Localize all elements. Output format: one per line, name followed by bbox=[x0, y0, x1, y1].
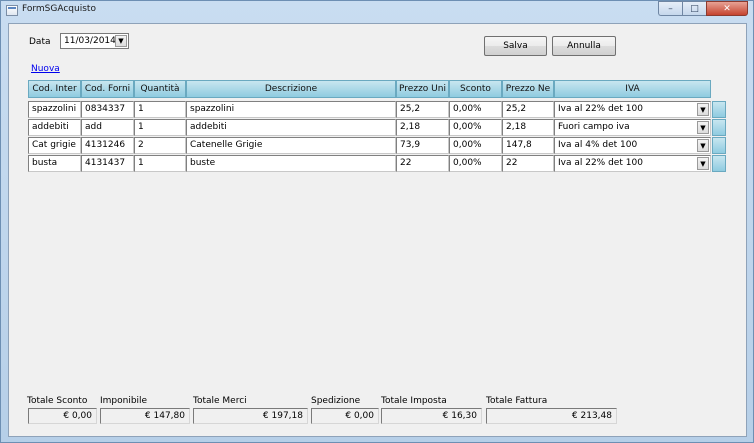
cell-cod-inter[interactable]: addebiti bbox=[28, 119, 81, 136]
close-button[interactable]: ✕ bbox=[706, 1, 748, 16]
header-prezzo-uni[interactable]: Prezzo Uni bbox=[396, 80, 449, 98]
cell-prezzo-uni[interactable]: 25,2 bbox=[396, 101, 449, 118]
shipping-label: Spedizione bbox=[311, 396, 361, 406]
shipping-value: € 0,00 bbox=[311, 408, 379, 424]
minimize-button[interactable]: – bbox=[658, 1, 682, 16]
cancel-button[interactable]: Annulla bbox=[552, 36, 616, 56]
cell-quantita[interactable]: 1 bbox=[134, 119, 186, 136]
cell-cod-inter[interactable]: spazzolini bbox=[28, 101, 81, 118]
date-dropdown-button[interactable]: ▼ bbox=[115, 35, 127, 47]
taxable-value: € 147,80 bbox=[100, 408, 190, 424]
app-icon bbox=[6, 5, 18, 16]
header-cod-inter[interactable]: Cod. Inter bbox=[28, 80, 81, 98]
header-cod-forni[interactable]: Cod. Forni bbox=[81, 80, 134, 98]
cell-iva-select[interactable]: Iva al 22% det 100 ▼ bbox=[554, 155, 711, 172]
iva-value: Iva al 22% det 100 bbox=[558, 158, 643, 168]
maximize-button[interactable]: □ bbox=[682, 1, 706, 16]
header-quantita[interactable]: Quantità bbox=[134, 80, 186, 98]
cell-sconto[interactable]: 0,00% bbox=[449, 155, 502, 172]
cell-sconto[interactable]: 0,00% bbox=[449, 119, 502, 136]
iva-dropdown-button[interactable]: ▼ bbox=[697, 139, 709, 152]
chevron-down-icon: ▼ bbox=[700, 141, 706, 150]
total-goods-label: Totale Merci bbox=[193, 396, 247, 406]
invoice-total-label: Totale Fattura bbox=[486, 396, 548, 406]
total-tax-label: Totale Imposta bbox=[381, 396, 447, 406]
row-selector[interactable] bbox=[712, 155, 726, 172]
cell-quantita[interactable]: 1 bbox=[134, 155, 186, 172]
cell-descrizione[interactable]: spazzolini bbox=[186, 101, 396, 118]
iva-value: Iva al 4% det 100 bbox=[558, 140, 638, 150]
row-selector[interactable] bbox=[712, 119, 726, 136]
cell-prezzo-uni[interactable]: 22 bbox=[396, 155, 449, 172]
chevron-down-icon: ▼ bbox=[118, 37, 124, 45]
chevron-down-icon: ▼ bbox=[700, 159, 706, 168]
cell-quantita[interactable]: 2 bbox=[134, 137, 186, 154]
new-row-link[interactable]: Nuova bbox=[31, 64, 60, 74]
row-selector[interactable] bbox=[712, 101, 726, 118]
cell-prezzo-uni[interactable]: 2,18 bbox=[396, 119, 449, 136]
cell-quantita[interactable]: 1 bbox=[134, 101, 186, 118]
cell-cod-forni[interactable]: add bbox=[81, 119, 134, 136]
header-iva[interactable]: IVA bbox=[554, 80, 711, 98]
header-sconto[interactable]: Sconto bbox=[449, 80, 502, 98]
date-label: Data bbox=[29, 37, 51, 47]
cell-sconto[interactable]: 0,00% bbox=[449, 101, 502, 118]
invoice-total-value: € 213,48 bbox=[486, 408, 617, 424]
cell-prezzo-ne[interactable]: 147,8 bbox=[502, 137, 554, 154]
cell-iva-select[interactable]: Iva al 4% det 100 ▼ bbox=[554, 137, 711, 154]
cell-cod-inter[interactable]: busta bbox=[28, 155, 81, 172]
header-descrizione[interactable]: Descrizione bbox=[186, 80, 396, 98]
cell-cod-inter[interactable]: Cat grigie bbox=[28, 137, 81, 154]
date-value: 11/03/2014 bbox=[64, 36, 116, 46]
cell-prezzo-uni[interactable]: 73,9 bbox=[396, 137, 449, 154]
window-title: FormSGAcquisto bbox=[22, 4, 96, 14]
row-selector[interactable] bbox=[712, 137, 726, 154]
window-controls: – □ ✕ bbox=[658, 1, 748, 16]
iva-value: Fuori campo iva bbox=[558, 122, 630, 132]
cell-cod-forni[interactable]: 4131246 bbox=[81, 137, 134, 154]
cell-cod-forni[interactable]: 0834337 bbox=[81, 101, 134, 118]
cell-cod-forni[interactable]: 4131437 bbox=[81, 155, 134, 172]
cell-iva-select[interactable]: Iva al 22% det 100 ▼ bbox=[554, 101, 711, 118]
cell-descrizione[interactable]: addebiti bbox=[186, 119, 396, 136]
total-discount-value: € 0,00 bbox=[28, 408, 97, 424]
cell-prezzo-ne[interactable]: 25,2 bbox=[502, 101, 554, 118]
cell-descrizione[interactable]: buste bbox=[186, 155, 396, 172]
iva-dropdown-button[interactable]: ▼ bbox=[697, 157, 709, 170]
cell-prezzo-ne[interactable]: 2,18 bbox=[502, 119, 554, 136]
title-bar: FormSGAcquisto – □ ✕ bbox=[1, 1, 753, 20]
total-discount-label: Totale Sconto bbox=[27, 396, 88, 406]
cell-prezzo-ne[interactable]: 22 bbox=[502, 155, 554, 172]
main-window: FormSGAcquisto – □ ✕ Data 11/03/2014 ▼ S… bbox=[0, 0, 754, 443]
total-goods-value: € 197,18 bbox=[193, 408, 308, 424]
taxable-label: Imponibile bbox=[100, 396, 148, 406]
date-picker[interactable]: 11/03/2014 ▼ bbox=[60, 33, 129, 49]
cell-sconto[interactable]: 0,00% bbox=[449, 137, 502, 154]
chevron-down-icon: ▼ bbox=[700, 105, 706, 114]
iva-dropdown-button[interactable]: ▼ bbox=[697, 121, 709, 134]
save-button[interactable]: Salva bbox=[484, 36, 547, 56]
total-tax-value: € 16,30 bbox=[381, 408, 482, 424]
cell-descrizione[interactable]: Catenelle Grigie bbox=[186, 137, 396, 154]
cell-iva-select[interactable]: Fuori campo iva ▼ bbox=[554, 119, 711, 136]
iva-value: Iva al 22% det 100 bbox=[558, 104, 643, 114]
form-client-area: Data 11/03/2014 ▼ Salva Annulla Nuova Co… bbox=[8, 23, 747, 437]
iva-dropdown-button[interactable]: ▼ bbox=[697, 103, 709, 116]
chevron-down-icon: ▼ bbox=[700, 123, 706, 132]
header-prezzo-ne[interactable]: Prezzo Ne bbox=[502, 80, 554, 98]
